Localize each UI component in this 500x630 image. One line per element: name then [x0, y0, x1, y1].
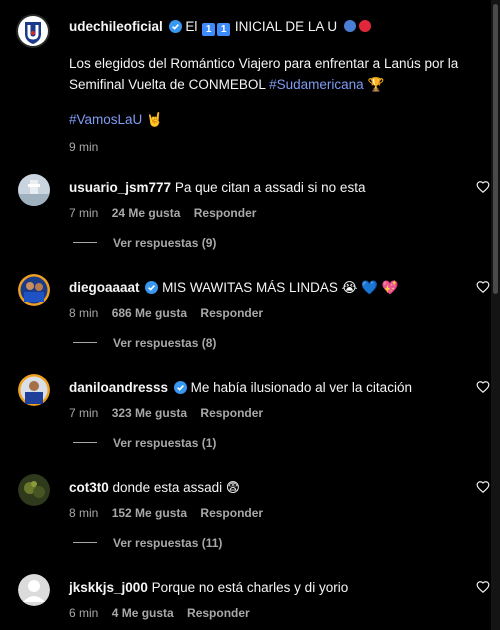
rock-hand-icon: 🤘 — [146, 112, 163, 127]
reply-button[interactable]: Responder — [187, 606, 250, 620]
heart-icon[interactable] — [476, 580, 490, 594]
comment: cot3t0 donde esta assadi 😨 8 min 152 Me … — [16, 474, 490, 564]
comment-meta: 7 min 323 Me gusta Responder — [69, 406, 273, 420]
avatar-image — [18, 274, 50, 306]
like-count[interactable]: 152 Me gusta — [112, 506, 187, 520]
like-count[interactable]: 323 Me gusta — [112, 406, 187, 420]
post-time: 9 min — [69, 140, 99, 154]
avatar[interactable] — [18, 274, 50, 306]
heart-icon[interactable] — [476, 280, 490, 294]
view-replies-label: Ver respuestas (8) — [113, 336, 217, 350]
comment-time[interactable]: 7 min — [69, 206, 98, 220]
avatar-image — [18, 474, 50, 506]
reply-button[interactable]: Responder — [200, 406, 263, 420]
view-replies-button[interactable]: Ver respuestas (8) — [73, 336, 216, 350]
red-circle-icon — [358, 20, 371, 32]
comment: usuario_jsm777 Pa que citan a assadi si … — [16, 174, 490, 264]
like-count[interactable]: 4 Me gusta — [112, 606, 174, 620]
comment-meta: 7 min 24 Me gusta Responder — [69, 206, 266, 220]
verified-icon — [173, 380, 187, 399]
comment: jkskkjs_j000 Porque no está charles y di… — [16, 574, 490, 628]
view-replies-label: Ver respuestas (1) — [113, 436, 217, 450]
avatar[interactable] — [18, 374, 50, 406]
post-caption-text: Los elegidos del Romántico Viajero para … — [69, 53, 479, 95]
avatar[interactable] — [18, 574, 50, 606]
emoji-reaction-icons: 😭 💙 💖 — [341, 280, 399, 295]
comment: daniloandresss Me había ilusionado al ve… — [16, 374, 490, 464]
caption-body: Los elegidos del Romántico Viajero para … — [69, 56, 459, 92]
like-count[interactable]: 24 Me gusta — [112, 206, 181, 220]
heart-icon[interactable] — [476, 480, 490, 494]
comment-meta: 8 min 152 Me gusta Responder — [69, 506, 273, 520]
verified-icon — [168, 19, 182, 38]
avatar-image — [18, 174, 50, 206]
udechile-logo-icon — [16, 14, 50, 48]
scrollbar-thumb[interactable] — [493, 4, 498, 294]
comment-username[interactable]: usuario_jsm777 — [69, 180, 171, 195]
avatar[interactable] — [16, 14, 50, 48]
blue-circle-icon — [343, 20, 356, 32]
avatar[interactable] — [18, 174, 50, 206]
post-hashtag-line: #VamosLaU 🤘 — [69, 109, 479, 130]
emoji-reaction-icons: 😨 — [225, 480, 240, 495]
view-replies-button[interactable]: Ver respuestas (11) — [73, 536, 222, 550]
keycap-one-icon: 1 — [217, 23, 231, 36]
avatar-image — [18, 374, 50, 406]
reply-button[interactable]: Responder — [194, 206, 257, 220]
keycap-one-icon: 1 — [202, 23, 216, 36]
comment-username[interactable]: diegoaaaat — [69, 280, 140, 295]
comment-meta: 6 min 4 Me gusta Responder — [69, 606, 260, 620]
comment-text: donde esta assadi — [112, 480, 223, 495]
verified-icon — [145, 280, 159, 299]
heart-icon[interactable] — [476, 180, 490, 194]
reply-button[interactable]: Responder — [200, 506, 263, 520]
post-title-prefix: El — [185, 19, 198, 34]
hashtag-vamoslau[interactable]: #VamosLaU — [69, 112, 142, 127]
divider — [73, 542, 97, 543]
comment-time[interactable]: 7 min — [69, 406, 98, 420]
trophy-icon: 🏆 — [367, 77, 385, 92]
post-title-text: INICIAL DE LA U — [234, 19, 338, 34]
default-avatar-icon — [18, 574, 50, 606]
comment-time[interactable]: 8 min — [69, 506, 98, 520]
comment-time[interactable]: 8 min — [69, 306, 98, 320]
reply-button[interactable]: Responder — [200, 306, 263, 320]
heart-icon[interactable] — [476, 380, 490, 394]
view-replies-button[interactable]: Ver respuestas (9) — [73, 236, 216, 250]
divider — [73, 442, 97, 443]
divider — [73, 242, 97, 243]
divider — [73, 342, 97, 343]
view-replies-label: Ver respuestas (9) — [113, 236, 217, 250]
post-username[interactable]: udechileoficial — [69, 19, 163, 34]
comment: diegoaaaat MIS WAWITAS MÁS LINDAS 😭 💙 💖 … — [16, 274, 490, 364]
avatar[interactable] — [18, 474, 50, 506]
comment-text: MIS WAWITAS MÁS LINDAS — [162, 280, 338, 295]
hashtag-sudamericana[interactable]: #Sudamericana — [269, 77, 364, 92]
comment-username[interactable]: daniloandresss — [69, 380, 168, 395]
comment-text: Porque no está charles y di yorio — [151, 580, 349, 595]
comment-username[interactable]: cot3t0 — [69, 480, 109, 495]
scrollbar[interactable] — [491, 0, 500, 630]
comment-username[interactable]: jkskkjs_j000 — [69, 580, 148, 595]
comment-meta: 8 min 686 Me gusta Responder — [69, 306, 273, 320]
comment-text: Me había ilusionado al ver la citación — [190, 380, 412, 395]
comment-time[interactable]: 6 min — [69, 606, 98, 620]
view-replies-label: Ver respuestas (11) — [113, 536, 223, 550]
comment-text: Pa que citan a assadi si no esta — [174, 180, 366, 195]
like-count[interactable]: 686 Me gusta — [112, 306, 187, 320]
view-replies-button[interactable]: Ver respuestas (1) — [73, 436, 216, 450]
